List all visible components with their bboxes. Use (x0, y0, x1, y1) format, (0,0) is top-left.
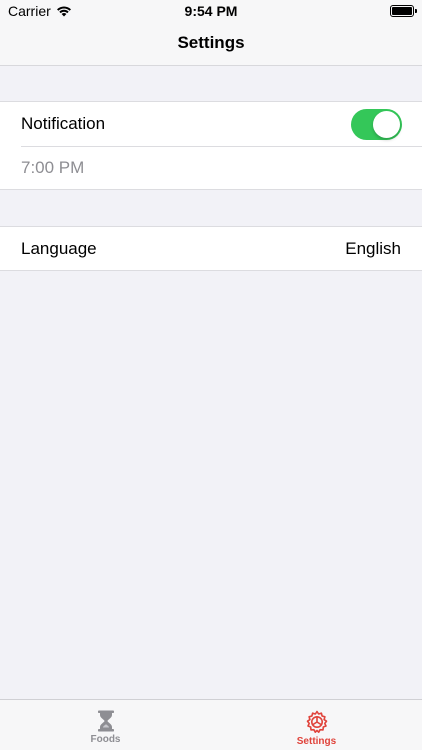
tab-foods-label: Foods (90, 734, 121, 745)
notification-time: 7:00 PM (21, 158, 85, 177)
notification-label: Notification (21, 114, 106, 133)
language-row[interactable]: Language English (0, 227, 422, 271)
language-section: Language English (0, 226, 422, 271)
toggle-knob (373, 110, 400, 138)
tab-foods[interactable]: Foods (0, 700, 211, 750)
language-value: English (345, 239, 401, 258)
page-title: Settings (177, 33, 245, 52)
notification-section: Notification 7:00 PM (0, 101, 422, 190)
top-bar: Carrier 9:54 PM Settings (0, 0, 422, 66)
status-bar: Carrier 9:54 PM (0, 0, 422, 22)
settings-screen: Carrier 9:54 PM Settings Notification 7:… (0, 0, 422, 750)
notification-toggle[interactable] (351, 108, 402, 140)
battery-icon (390, 5, 417, 17)
language-label: Language (21, 239, 97, 258)
tab-settings-label: Settings (296, 736, 337, 747)
notification-time-row[interactable]: 7:00 PM (0, 146, 422, 190)
hourglass-icon (97, 710, 115, 734)
settings-gear-icon (305, 710, 329, 736)
tab-bar: Foods Settings (0, 699, 422, 750)
notification-row: Notification (0, 102, 422, 146)
status-time: 9:54 PM (184, 3, 238, 19)
tab-settings[interactable]: Settings (211, 700, 422, 750)
